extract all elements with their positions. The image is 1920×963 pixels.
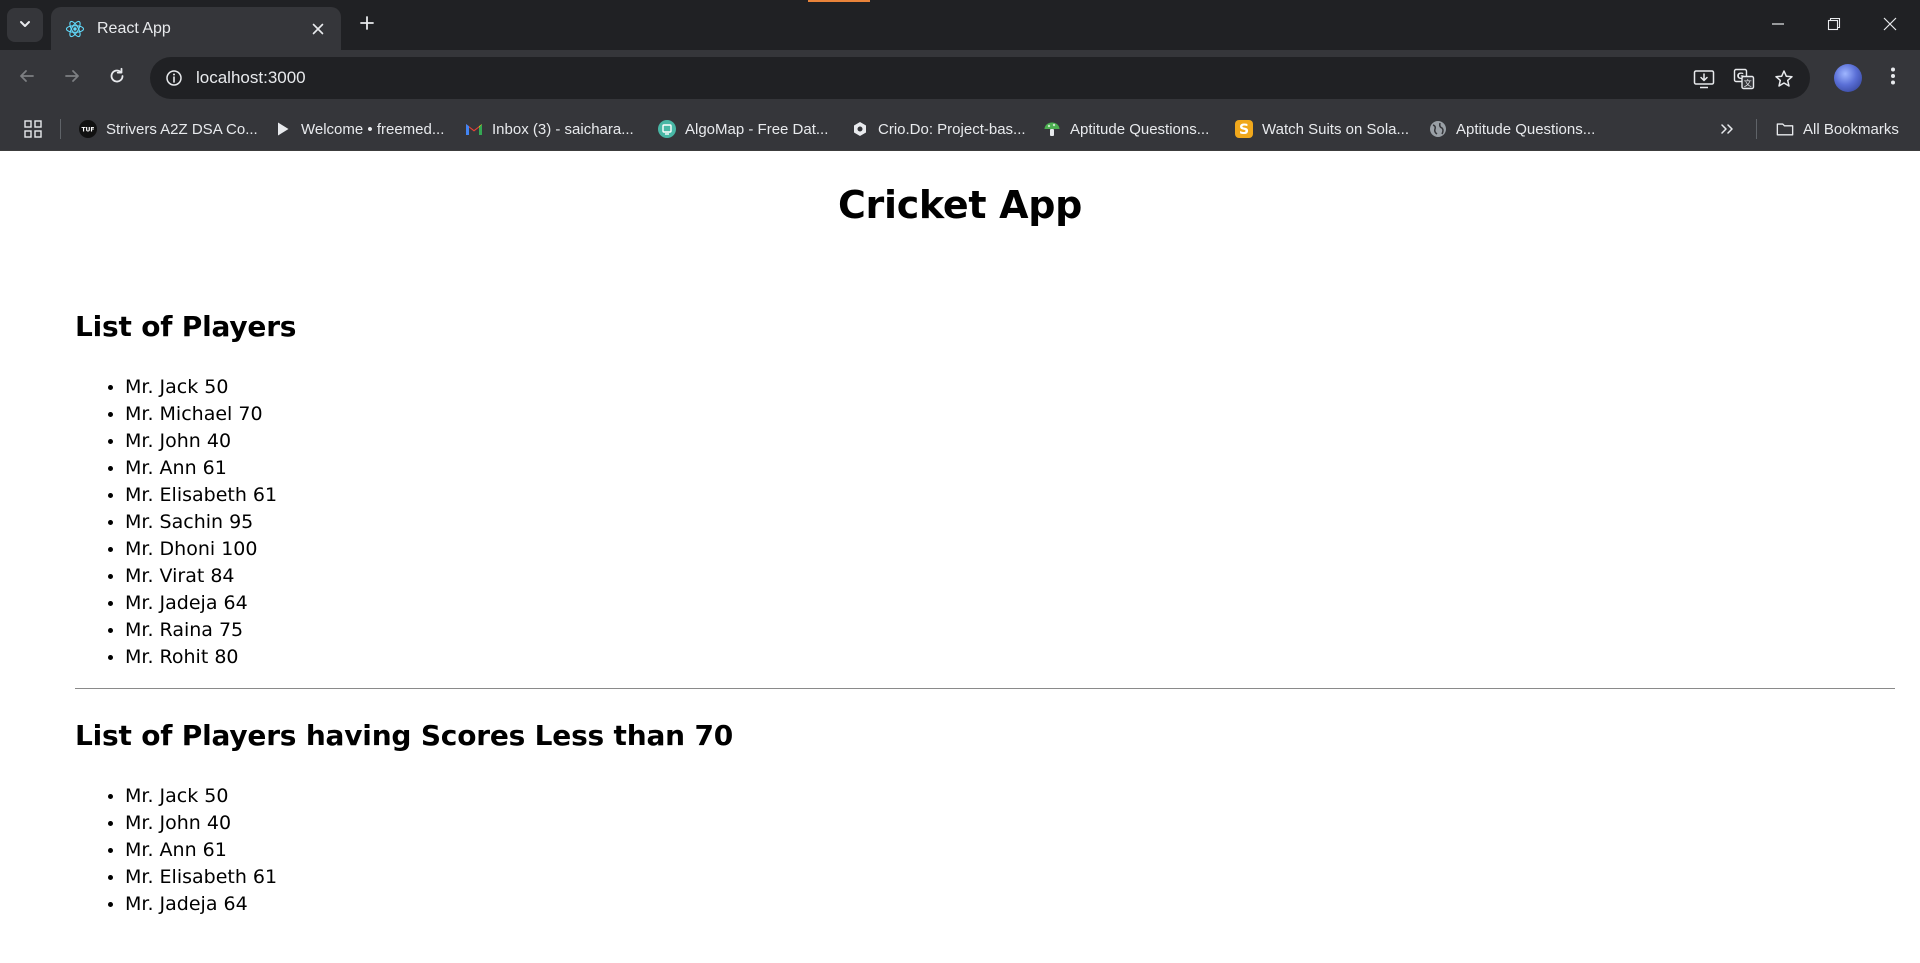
list-item: Mr. Dhoni 100 bbox=[125, 536, 277, 563]
more-vert-icon bbox=[1890, 66, 1896, 90]
bookmark-item[interactable]: Aptitude Questions... bbox=[1429, 117, 1595, 141]
bookmark-label: Inbox (3) - saichara... bbox=[492, 120, 634, 138]
bookmark-item[interactable]: Welcome • freemed... bbox=[274, 117, 444, 141]
all-bookmarks-label: All Bookmarks bbox=[1803, 120, 1899, 138]
bookmark-item[interactable]: Aptitude Questions... bbox=[1043, 117, 1209, 141]
list-item: Mr. Sachin 95 bbox=[125, 509, 277, 536]
list-item: Mr. Ann 61 bbox=[125, 455, 277, 482]
bookmark-label: Aptitude Questions... bbox=[1456, 120, 1596, 138]
restore-button[interactable] bbox=[1806, 0, 1862, 50]
solarmovie-icon: S bbox=[1235, 120, 1253, 138]
chevron-double-right-icon[interactable] bbox=[1714, 118, 1740, 140]
browser-toolbar: localhost:3000 G文 bbox=[0, 50, 1920, 106]
globe-icon bbox=[1429, 120, 1447, 138]
bookmark-label: AlgoMap - Free Dat... bbox=[685, 120, 829, 138]
svg-text:S: S bbox=[1239, 122, 1249, 138]
close-icon[interactable] bbox=[307, 18, 329, 40]
mushroom-icon bbox=[1043, 120, 1061, 138]
all-players-list: Mr. Jack 50 Mr. Michael 70 Mr. John 40 M… bbox=[125, 374, 277, 671]
close-window-button[interactable] bbox=[1862, 0, 1918, 50]
folder-icon bbox=[1776, 120, 1794, 138]
back-button[interactable] bbox=[9, 60, 45, 96]
new-tab-button[interactable] bbox=[353, 11, 381, 39]
bookmarks-bar: TUF Strivers A2Z DSA Co... Welcome • fre… bbox=[0, 106, 1920, 151]
list-item: Mr. Jack 50 bbox=[125, 374, 277, 401]
tab-indicator bbox=[808, 0, 870, 2]
site-info-icon[interactable] bbox=[162, 66, 186, 90]
gmail-icon bbox=[465, 120, 483, 138]
bookmark-item[interactable]: Crio.Do: Project-bas... bbox=[851, 117, 1026, 141]
tab-title: React App bbox=[97, 19, 171, 37]
bookmark-item[interactable]: Inbox (3) - saichara... bbox=[465, 117, 634, 141]
bookmark-item[interactable]: TUF Strivers A2Z DSA Co... bbox=[79, 117, 258, 141]
tuf-icon: TUF bbox=[79, 120, 97, 138]
low-scorers-list: Mr. Jack 50 Mr. John 40 Mr. Ann 61 Mr. E… bbox=[125, 783, 277, 918]
url-text[interactable]: localhost:3000 bbox=[196, 68, 306, 88]
reload-icon bbox=[108, 67, 126, 89]
chevron-down-icon bbox=[18, 16, 32, 35]
menu-button[interactable] bbox=[1878, 60, 1908, 96]
bookmarks-separator bbox=[1756, 119, 1757, 139]
list-item: Mr. Elisabeth 61 bbox=[125, 864, 277, 891]
all-players-heading: List of Players bbox=[75, 310, 297, 343]
bookmark-label: Welcome • freemed... bbox=[301, 120, 445, 138]
list-item: Mr. Jadeja 64 bbox=[125, 590, 277, 617]
bookmark-label: Aptitude Questions... bbox=[1070, 120, 1210, 138]
minimize-icon bbox=[1771, 16, 1785, 35]
bookmarks-separator bbox=[60, 119, 61, 139]
arrow-left-icon bbox=[18, 67, 36, 89]
list-item: Mr. Virat 84 bbox=[125, 563, 277, 590]
tab-strip: React App bbox=[0, 0, 1920, 50]
list-item: Mr. Jack 50 bbox=[125, 783, 277, 810]
profile-avatar[interactable] bbox=[1834, 64, 1862, 92]
page-title: Cricket App bbox=[837, 183, 1083, 227]
bookmark-label: Strivers A2Z DSA Co... bbox=[106, 120, 258, 138]
list-item: Mr. Jadeja 64 bbox=[125, 891, 277, 918]
bookmark-item[interactable]: S Watch Suits on Sola... bbox=[1235, 117, 1409, 141]
section-divider bbox=[75, 688, 1895, 689]
crio-icon bbox=[851, 120, 869, 138]
bookmark-label: Crio.Do: Project-bas... bbox=[878, 120, 1026, 138]
arrow-right-icon bbox=[63, 67, 81, 89]
all-bookmarks-button[interactable]: All Bookmarks bbox=[1776, 117, 1899, 141]
list-item: Mr. Elisabeth 61 bbox=[125, 482, 277, 509]
forward-button[interactable] bbox=[54, 60, 90, 96]
list-item: Mr. Michael 70 bbox=[125, 401, 277, 428]
list-item: Mr. Ann 61 bbox=[125, 837, 277, 864]
translate-icon[interactable]: G文 bbox=[1731, 66, 1757, 92]
react-icon bbox=[65, 19, 85, 39]
low-scorers-heading: List of Players having Scores Less than … bbox=[75, 719, 734, 752]
list-item: Mr. John 40 bbox=[125, 428, 277, 455]
browser-tab[interactable]: React App bbox=[51, 7, 341, 50]
list-item: Mr. Raina 75 bbox=[125, 617, 277, 644]
tab-search-button[interactable] bbox=[7, 8, 43, 42]
list-item: Mr. John 40 bbox=[125, 810, 277, 837]
play-icon bbox=[274, 120, 292, 138]
algomap-icon bbox=[658, 120, 676, 138]
reload-button[interactable] bbox=[99, 60, 135, 96]
list-item: Mr. Rohit 80 bbox=[125, 644, 277, 671]
svg-text:TUF: TUF bbox=[81, 126, 94, 133]
plus-icon bbox=[359, 15, 375, 35]
star-icon[interactable] bbox=[1771, 66, 1797, 92]
apps-icon[interactable] bbox=[22, 118, 44, 140]
bookmark-label: Watch Suits on Sola... bbox=[1262, 120, 1410, 138]
restore-icon bbox=[1827, 16, 1841, 35]
bookmark-item[interactable]: AlgoMap - Free Dat... bbox=[658, 117, 828, 141]
svg-text:文: 文 bbox=[1744, 78, 1752, 88]
page-content: Cricket App List of Players Mr. Jack 50 … bbox=[0, 151, 1920, 963]
install-app-icon[interactable] bbox=[1691, 66, 1717, 92]
close-icon bbox=[1883, 16, 1897, 35]
address-bar[interactable]: localhost:3000 G文 bbox=[150, 57, 1810, 99]
minimize-button[interactable] bbox=[1750, 0, 1806, 50]
